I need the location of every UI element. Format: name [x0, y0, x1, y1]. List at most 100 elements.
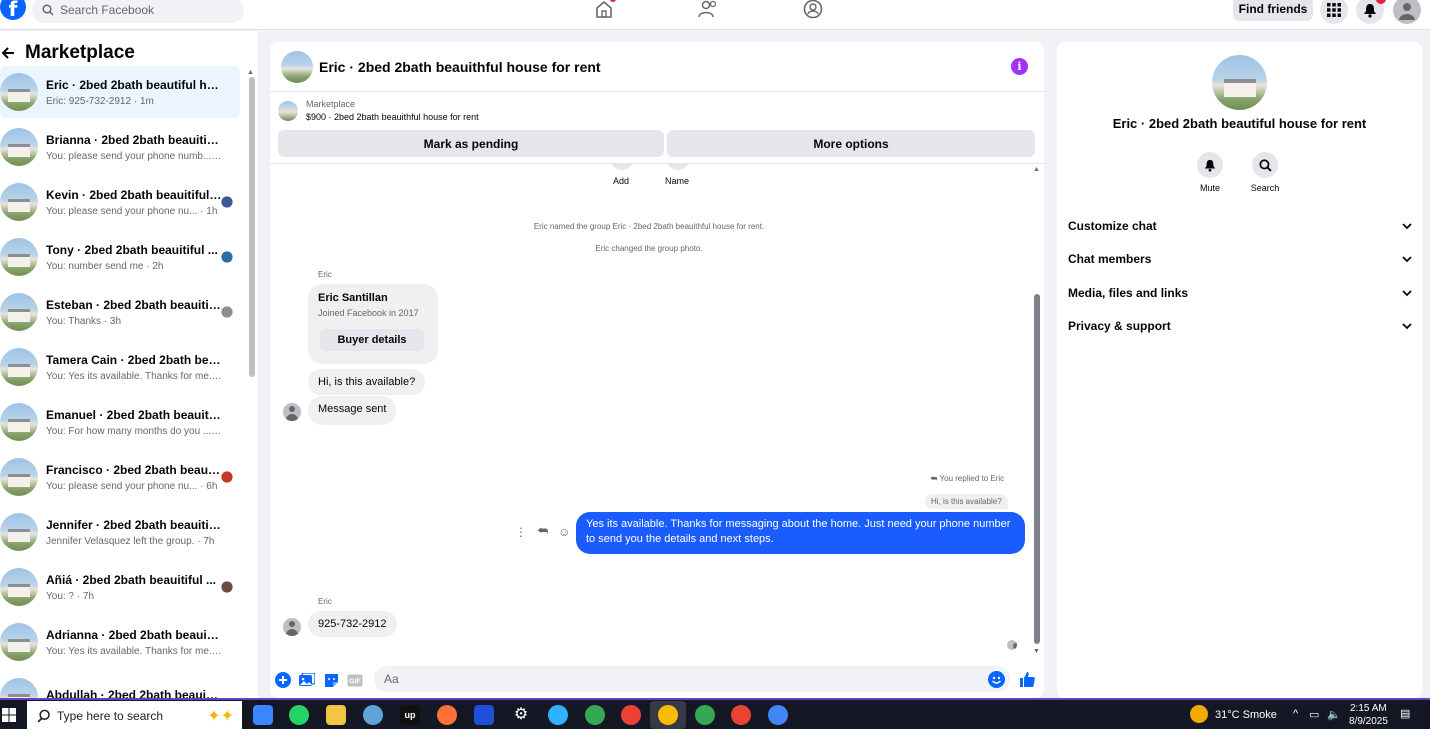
conversation-item[interactable]: Eric · 2bed 2bath beautiful hou... Eric: … — [0, 66, 240, 118]
home-icon[interactable] — [593, 0, 616, 20]
whatsapp-app-icon[interactable] — [289, 705, 309, 725]
like-thumb-icon[interactable] — [1018, 670, 1036, 688]
media-files-row[interactable]: Media, files and links — [1068, 283, 1412, 303]
mark-as-pending-button[interactable]: Mark as pending — [278, 130, 664, 157]
conversation-item[interactable]: Brianna · 2bed 2bath beauitiful ... You: … — [0, 121, 240, 173]
seen-avatar — [221, 471, 233, 483]
settings-gear-icon[interactable]: ⚙ — [511, 705, 531, 725]
privacy-support-row[interactable]: Privacy & support — [1068, 316, 1412, 336]
conversation-item[interactable]: Abdullah · 2bed 2bath beauitifu... — [0, 671, 240, 698]
conversation-item[interactable]: Emanuel · 2bed 2bath beauitifu... You: Fo… — [0, 396, 240, 448]
find-friends-button[interactable]: Find friends — [1233, 0, 1313, 21]
react-icon[interactable]: ☺ — [558, 525, 570, 539]
chrome-app-icon[interactable] — [585, 705, 605, 725]
reply-icon[interactable]: ⮪ — [537, 524, 548, 539]
reply-quote[interactable]: Hi, is this available? — [925, 494, 1008, 509]
taskbar-search-input[interactable]: Type here to search ✦✦ — [27, 701, 242, 729]
message-bubble[interactable]: Message sent — [308, 396, 397, 425]
conversation-item[interactable]: Adrianna · 2bed 2bath beauithf... You: Ye… — [0, 616, 240, 668]
scroll-up-arrow-icon[interactable]: ▲ — [1033, 166, 1040, 173]
image-icon[interactable] — [299, 672, 315, 688]
message-bubble[interactable]: 925-732-2912 — [308, 611, 397, 637]
conversation-item[interactable]: Francisco · 2bed 2bath beauit... You: ple… — [0, 451, 240, 503]
tray-chevron-icon[interactable]: ^ — [1293, 708, 1298, 720]
firefox-app-icon[interactable] — [437, 705, 457, 725]
emoji-icon[interactable] — [988, 671, 1005, 688]
groups-icon[interactable] — [802, 0, 824, 20]
chrome-app-icon[interactable] — [695, 705, 715, 725]
message-thread: Add Name Eric named the group Eric · 2be… — [270, 164, 1044, 656]
upwork-app-icon[interactable]: up — [400, 705, 420, 725]
weather-icon[interactable] — [1190, 705, 1208, 723]
add-people-label[interactable]: Add — [613, 176, 629, 186]
clock-time[interactable]: 2:15 AM — [1350, 703, 1387, 714]
chrome-app-icon[interactable] — [731, 705, 751, 725]
scroll-down-arrow-icon[interactable]: ▼ — [1033, 648, 1040, 655]
conversation-item[interactable]: Esteban · 2bed 2bath beauitif... You: Tha… — [0, 286, 240, 338]
sidebar-scrollbar[interactable] — [249, 77, 255, 377]
message-input[interactable]: Aa — [374, 666, 1010, 692]
add-people-icon[interactable] — [610, 164, 634, 170]
conversation-preview: Jennifer Velasquez left the group. · 7h — [46, 535, 215, 547]
conversation-item[interactable]: Kevin · 2bed 2bath beauitiful ... You: pl… — [0, 176, 240, 228]
menu-grid-icon[interactable] — [1320, 0, 1348, 24]
friends-icon[interactable] — [698, 0, 720, 20]
search-icon — [42, 4, 54, 16]
clock-date[interactable]: 8/9/2025 — [1349, 716, 1388, 727]
chrome-app-icon[interactable] — [658, 705, 678, 725]
group-avatar[interactable] — [1212, 55, 1267, 110]
chevron-down-icon — [1402, 322, 1412, 329]
search-chat-button[interactable]: Search — [1245, 152, 1285, 193]
listing-row[interactable]: Marketplace $900 · 2bed 2bath beauithful… — [278, 98, 479, 124]
replied-to-text: You replied to Eric — [939, 474, 1005, 483]
file-explorer-app-icon[interactable] — [326, 705, 346, 725]
chat-scrollbar[interactable]: ▲ ▼ — [1033, 166, 1040, 655]
conversation-name: Kevin · 2bed 2bath beauitiful ... — [46, 187, 222, 202]
name-group-label[interactable]: Name — [665, 176, 689, 186]
conversation-item[interactable]: Tony · 2bed 2bath beauitiful ... You: num… — [0, 231, 240, 283]
info-icon[interactable]: i — [1011, 58, 1028, 75]
plus-icon[interactable] — [275, 672, 291, 688]
windows-start-icon[interactable] — [2, 708, 16, 725]
chrome-app-icon[interactable] — [621, 705, 641, 725]
gif-icon[interactable]: GIF — [347, 672, 363, 688]
buyer-details-button[interactable]: Buyer details — [320, 329, 424, 351]
profile-avatar[interactable] — [1393, 0, 1421, 24]
volume-icon[interactable]: 🔈 — [1327, 708, 1341, 721]
notification-center-icon[interactable]: ▤ — [1400, 707, 1410, 720]
more-options-button[interactable]: More options — [667, 130, 1035, 157]
conversation-item[interactable]: Tamera Cain · 2bed 2bath beauit... You: Y… — [0, 341, 240, 393]
taskbar-search-placeholder: Type here to search — [57, 708, 164, 723]
chrome-app-icon[interactable] — [768, 705, 788, 725]
chat-scrollbar-thumb[interactable] — [1034, 294, 1040, 644]
chrome-app-icon[interactable] — [548, 705, 568, 725]
conversation-name: Esteban · 2bed 2bath beauitif... — [46, 297, 222, 312]
replied-to-label: ⮪ You replied to Eric — [930, 474, 1004, 484]
sticker-icon[interactable] — [323, 672, 339, 688]
facebook-logo[interactable]: f — [0, 0, 26, 21]
app-icon[interactable] — [474, 705, 494, 725]
network-icon[interactable]: ▭ — [1309, 708, 1319, 721]
back-arrow-icon[interactable] — [1, 46, 15, 60]
chat-avatar[interactable] — [281, 50, 313, 83]
chat-title[interactable]: Eric · 2bed 2bath beauithful house for r… — [319, 59, 601, 75]
sender-avatar[interactable] — [283, 403, 301, 421]
seen-avatar — [221, 196, 233, 208]
weather-text[interactable]: 31°C Smoke — [1215, 709, 1277, 721]
calculator-app-icon[interactable] — [253, 705, 273, 725]
message-bubble[interactable]: Hi, is this available? — [308, 369, 426, 395]
more-icon[interactable]: ⋮ — [515, 525, 527, 539]
my-message-bubble[interactable]: Yes its available. Thanks for messaging … — [576, 512, 1025, 554]
app-icon[interactable] — [363, 705, 383, 725]
notifications-bell-icon[interactable] — [1356, 0, 1386, 24]
scroll-up-arrow-icon[interactable]: ▲ — [247, 69, 254, 76]
conversation-item[interactable]: Jennifer · 2bed 2bath beauitiful... Jenni… — [0, 506, 240, 558]
chat-members-row[interactable]: Chat members — [1068, 249, 1412, 269]
chevron-down-icon — [1402, 289, 1412, 296]
mute-button[interactable]: Mute — [1190, 152, 1230, 193]
customize-chat-row[interactable]: Customize chat — [1068, 216, 1412, 236]
search-input[interactable]: Search Facebook — [32, 0, 244, 23]
sender-avatar[interactable] — [283, 618, 301, 636]
conversation-item[interactable]: Añiá · 2bed 2bath beauitiful ... You: ? ·… — [0, 561, 240, 613]
name-group-icon[interactable] — [666, 164, 690, 170]
